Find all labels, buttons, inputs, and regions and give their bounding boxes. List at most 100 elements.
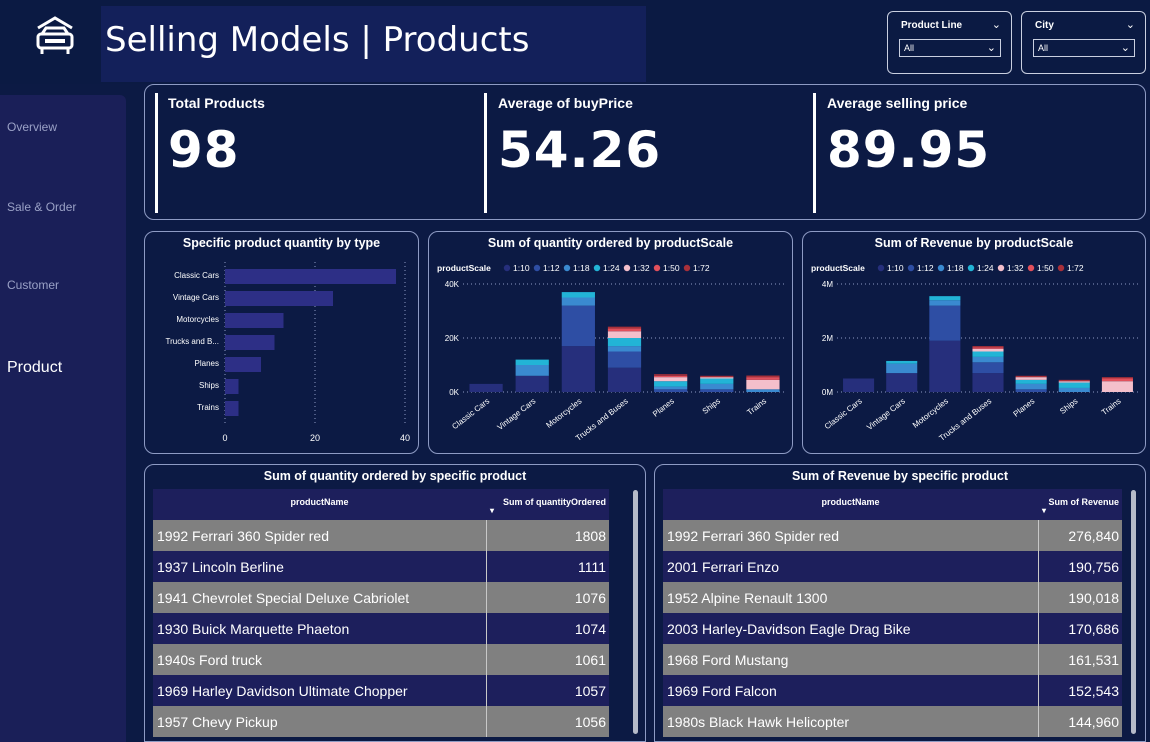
scrollbar[interactable] <box>1131 490 1136 734</box>
table-row[interactable]: 1968 Ford Mustang 161,531 <box>663 644 1122 675</box>
cell-divider <box>1038 551 1039 582</box>
bar-segment <box>607 328 642 332</box>
kpi-title: Total Products <box>168 95 265 111</box>
bar-segment <box>929 340 961 392</box>
bar-segment <box>654 375 688 378</box>
table-row[interactable]: 2001 Ferrari Enzo 190,756 <box>663 551 1122 582</box>
column-header-sort[interactable]: Sum of quantityOrdered <box>503 497 606 507</box>
table-card-revenue: Sum of Revenue by specific product produ… <box>654 464 1146 742</box>
table-row[interactable]: 1969 Ford Falcon 152,543 <box>663 675 1122 706</box>
table-row[interactable]: 1992 Ferrari 360 Spider red 1808 <box>153 520 609 551</box>
y-tick-label: 2M <box>822 334 833 343</box>
bar-segment <box>1015 375 1047 378</box>
legend-label: 1:50 <box>1037 263 1054 273</box>
bar <box>225 401 239 416</box>
table-row[interactable]: 2003 Harley-Davidson Eagle Drag Bike 170,… <box>663 613 1122 644</box>
value-cell: 152,543 <box>1068 683 1119 699</box>
cell-divider <box>1038 613 1039 644</box>
legend-marker <box>1057 264 1065 272</box>
legend-label: 1:24 <box>977 263 994 273</box>
product-name-cell: 1992 Ferrari 360 Spider red <box>667 528 839 544</box>
legend-marker <box>967 264 975 272</box>
bar-segment <box>700 378 734 384</box>
chevron-down-icon[interactable]: ⌄ <box>1126 18 1135 31</box>
kpi-title: Average of buyPrice <box>498 95 633 111</box>
cell-divider <box>486 644 487 675</box>
nav-overview[interactable]: Overview <box>7 120 57 134</box>
kpi-value: 54.26 <box>498 121 662 179</box>
product-name-cell: 1992 Ferrari 360 Spider red <box>157 528 329 544</box>
table-row[interactable]: 1941 Chevrolet Special Deluxe Cabriolet 1… <box>153 582 609 613</box>
table-row[interactable]: 1930 Buick Marquette Phaeton 1074 <box>153 613 609 644</box>
column-header-sort[interactable]: Sum of Revenue <box>1048 497 1119 507</box>
cell-divider <box>1038 582 1039 613</box>
city-select[interactable]: All ⌄ <box>1033 39 1135 57</box>
nav-customer[interactable]: Customer <box>7 278 59 292</box>
column-header-product-name[interactable]: productName <box>663 497 1038 507</box>
table-header: productName Sum of Revenue ▾ <box>663 489 1122 520</box>
nav-sale-order[interactable]: Sale & Order <box>7 200 76 214</box>
column-header-product-name[interactable]: productName <box>153 497 486 507</box>
product-line-select[interactable]: All ⌄ <box>899 39 1001 57</box>
value-cell: 276,840 <box>1068 528 1119 544</box>
product-name-cell: 1980s Black Hawk Helicopter <box>667 714 850 730</box>
table-row[interactable]: 1940s Ford truck 1061 <box>153 644 609 675</box>
cell-divider <box>1038 520 1039 551</box>
table-row[interactable]: 1992 Ferrari 360 Spider red 276,840 <box>663 520 1122 551</box>
chart-title: Specific product quantity by type <box>182 236 381 250</box>
bar-segment <box>561 292 595 298</box>
product-name-cell: 1968 Ford Mustang <box>667 652 789 668</box>
x-tick-label: 40 <box>400 433 410 443</box>
legend-marker <box>503 264 511 272</box>
product-line-slicer[interactable]: Product Line ⌄ All ⌄ <box>887 11 1012 74</box>
nav-product[interactable]: Product <box>7 359 62 377</box>
sort-desc-icon[interactable]: ▾ <box>1042 506 1046 515</box>
bar-segment <box>972 356 1004 363</box>
product-name-cell: 2001 Ferrari Enzo <box>667 559 780 575</box>
table-row[interactable]: 1980s Black Hawk Helicopter 144,960 <box>663 706 1122 737</box>
x-category-label: Vintage Cars <box>865 396 907 431</box>
legend-label: 1:32 <box>1007 263 1024 273</box>
cell-divider <box>486 675 487 706</box>
table-row[interactable]: 1952 Alpine Renault 1300 190,018 <box>663 582 1122 613</box>
bar-segment <box>972 348 1004 352</box>
y-category-label: Motorcycles <box>176 315 219 324</box>
cell-divider <box>486 613 487 644</box>
chart-card-quantity-by-type: Specific product quantity by type 0 20 40 C… <box>144 231 419 454</box>
product-name-cell: 1937 Lincoln Berline <box>157 559 284 575</box>
table-card-quantity: Sum of quantity ordered by specific prod… <box>144 464 646 742</box>
scrollbar[interactable] <box>633 490 638 734</box>
bar-segment <box>700 377 734 379</box>
value-cell: 1074 <box>574 621 606 637</box>
bar <box>225 379 239 394</box>
value-cell: 190,756 <box>1068 559 1119 575</box>
cell-divider <box>1038 675 1039 706</box>
y-tick-label: 0M <box>822 388 833 397</box>
table-row[interactable]: 1969 Harley Davidson Ultimate Chopper 105… <box>153 675 609 706</box>
legend-marker <box>937 264 945 272</box>
stacked-bar-chart: productScale 1:10 1:12 1:18 1:24 1:32 1:50 1:72… <box>811 263 1139 443</box>
table-title: Sum of quantity ordered by specific prod… <box>263 469 527 483</box>
bar <box>225 357 261 372</box>
value-cell: 161,531 <box>1068 652 1119 668</box>
table-row[interactable]: 1957 Chevy Pickup 1056 <box>153 706 609 737</box>
product-line-label: Product Line <box>901 20 963 31</box>
table-row[interactable]: 1937 Lincoln Berline 1111 <box>153 551 609 582</box>
sort-desc-icon[interactable]: ▾ <box>490 506 494 515</box>
bar-segment <box>886 373 918 392</box>
bar-segment <box>1058 381 1090 383</box>
title-box: Selling Models | Products <box>101 6 646 82</box>
x-category-label: Trains <box>1100 396 1123 417</box>
hbar-chart: 0 20 40 Classic Cars Vintage Cars Motorcycles… <box>166 262 410 443</box>
kpi-title: Average selling price <box>827 95 968 111</box>
stacked-bar-chart: productScale 1:10 1:12 1:18 1:24 1:32 1:50 1:72… <box>437 263 786 443</box>
legend-marker <box>533 264 541 272</box>
chevron-down-icon[interactable]: ⌄ <box>992 18 1001 31</box>
bar-segment <box>654 386 688 390</box>
legend-label: 1:50 <box>663 263 680 273</box>
product-name-cell: 1969 Harley Davidson Ultimate Chopper <box>157 683 408 699</box>
value-cell: 190,018 <box>1068 590 1119 606</box>
city-slicer[interactable]: City ⌄ All ⌄ <box>1021 11 1146 74</box>
chart-title: Sum of quantity ordered by productScale <box>487 236 734 250</box>
chevron-down-icon: ⌄ <box>1120 42 1130 54</box>
